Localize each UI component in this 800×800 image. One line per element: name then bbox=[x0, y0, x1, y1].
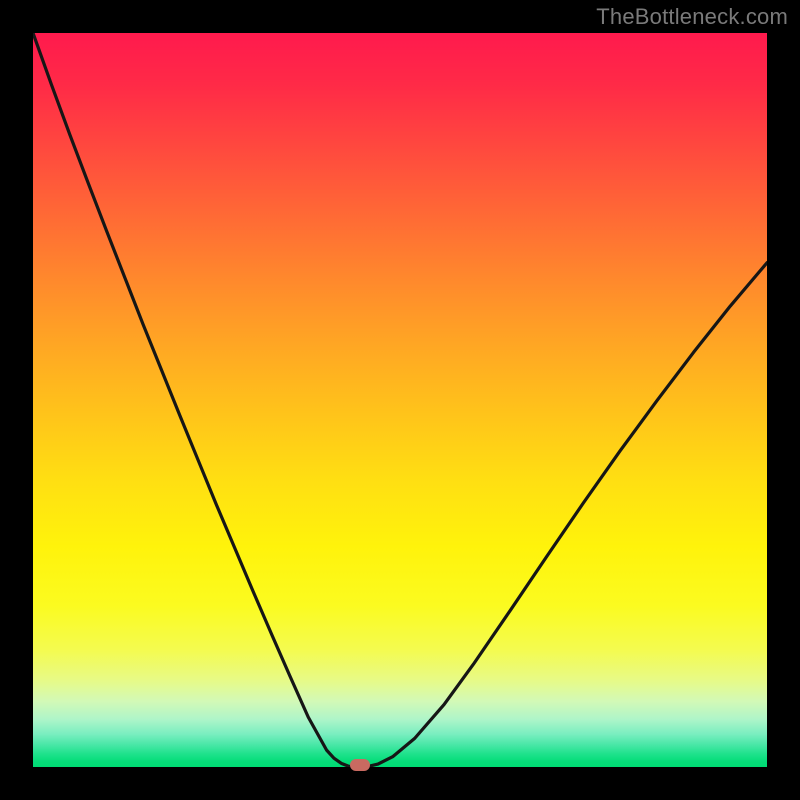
outer-frame: TheBottleneck.com bbox=[0, 0, 800, 800]
watermark-text: TheBottleneck.com bbox=[596, 4, 788, 30]
plot-area bbox=[33, 33, 767, 767]
bottleneck-curve bbox=[33, 33, 767, 767]
optimum-marker bbox=[350, 759, 370, 771]
